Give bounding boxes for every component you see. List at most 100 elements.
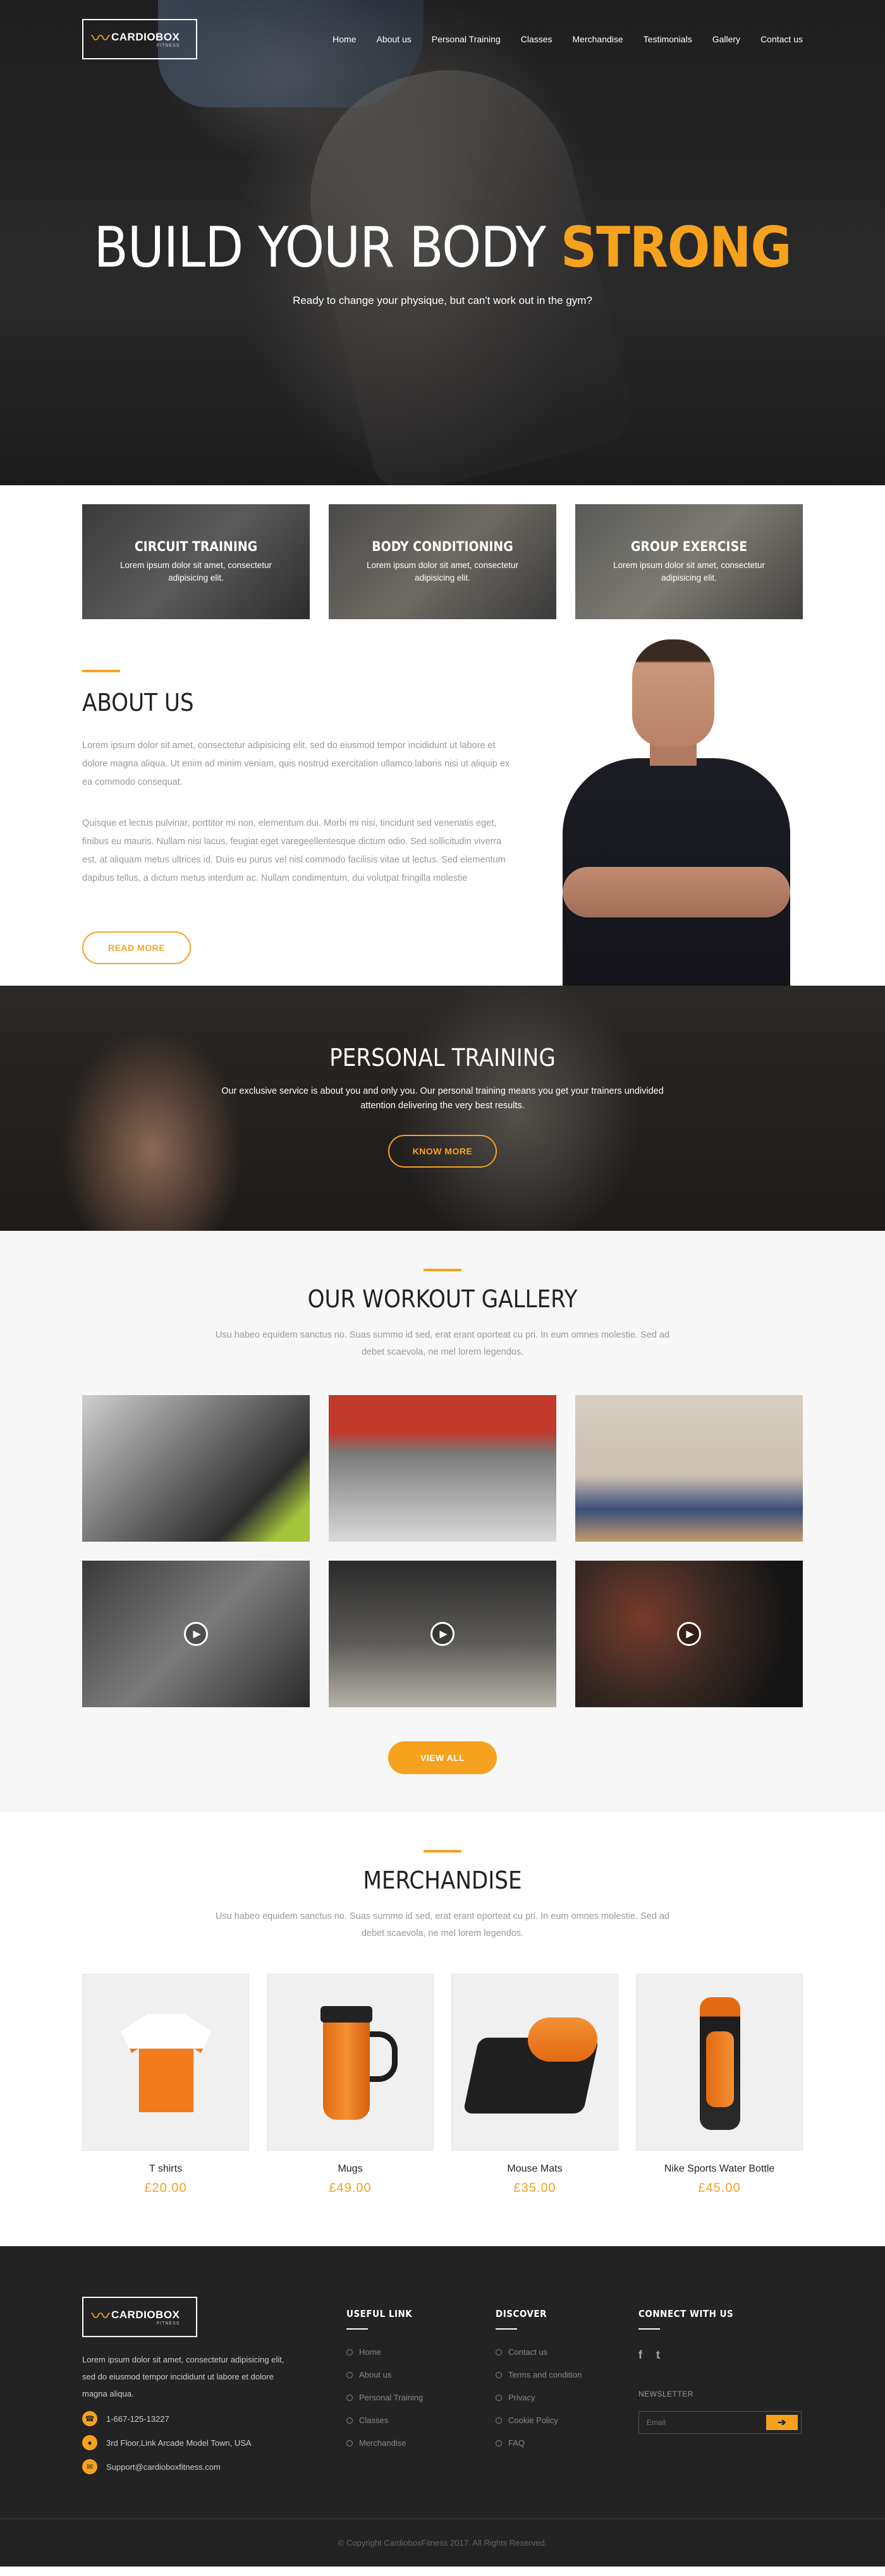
brand-name: CARDIOBOX xyxy=(111,2308,180,2321)
newsletter-submit-button[interactable]: ➔ xyxy=(766,2415,798,2430)
gallery-video[interactable]: ▶ xyxy=(82,1561,310,1707)
product-name[interactable]: T shirts xyxy=(82,2163,249,2175)
footer-link[interactable]: Home xyxy=(346,2347,496,2357)
pulse-icon: 〰 xyxy=(91,28,110,49)
contact-phone: ☎ 1-667-125-13227 xyxy=(82,2411,346,2426)
gallery-image[interactable] xyxy=(329,1395,556,1542)
know-more-button[interactable]: KNOW MORE xyxy=(388,1135,497,1168)
nav-classes[interactable]: Classes xyxy=(521,34,552,44)
service-card[interactable]: GROUP EXERCISE Lorem ipsum dolor sit ame… xyxy=(575,504,803,619)
useful-links-title: USEFUL LINK xyxy=(346,2308,413,2319)
product-card[interactable]: T shirts £20.00 xyxy=(82,1974,249,2196)
product-name[interactable]: Nike Sports Water Bottle xyxy=(636,2163,803,2175)
service-title: CIRCUIT TRAINING xyxy=(134,539,258,554)
contact-address: ● 3rd Floor,Link Arcade Model Town, USA xyxy=(82,2435,346,2450)
about-paragraph-1: Lorem ipsum dolor sit amet, consectetur … xyxy=(82,741,510,787)
connect-title: CONNECT WITH US xyxy=(638,2308,734,2319)
play-icon[interactable]: ▶ xyxy=(677,1622,701,1646)
merchandise-section: MERCHANDISE Usu habeo equidem sanctus no… xyxy=(0,1812,885,2246)
merchandise-text: Usu habeo equidem sanctus no. Suas summo… xyxy=(215,1911,670,1938)
about-section: ABOUT US Lorem ipsum dolor sit amet, con… xyxy=(82,619,803,986)
product-image-bottle[interactable] xyxy=(636,1974,803,2151)
brand-logo[interactable]: 〰 CARDIOBOX FITNESS xyxy=(82,19,197,59)
footer-link[interactable]: Classes xyxy=(346,2416,496,2425)
footer-link[interactable]: Personal Training xyxy=(346,2393,496,2402)
view-all-button[interactable]: VIEW ALL xyxy=(388,1741,497,1774)
gallery-video[interactable]: ▶ xyxy=(575,1561,803,1707)
product-image-tshirt[interactable] xyxy=(82,1974,249,2151)
footer-logo[interactable]: 〰 CARDIOBOX FITNESS xyxy=(82,2297,197,2337)
product-price: £49.00 xyxy=(329,2181,372,2195)
gallery-text: Usu habeo equidem sanctus no. Suas summo… xyxy=(215,1330,670,1357)
gallery-image[interactable] xyxy=(82,1395,310,1542)
footer-link[interactable]: Terms and condition xyxy=(496,2370,638,2379)
hero-title-accent: STRONG xyxy=(560,215,792,280)
footer-link[interactable]: Cookie Policy xyxy=(496,2416,638,2425)
product-price: £45.00 xyxy=(698,2181,741,2195)
phone-icon: ☎ xyxy=(82,2411,97,2426)
read-more-button[interactable]: READ MORE xyxy=(82,931,191,964)
personal-training-text: Our exclusive service is about you and o… xyxy=(221,1086,664,1111)
nav-home[interactable]: Home xyxy=(333,34,356,44)
personal-training-section: PERSONAL TRAINING Our exclusive service … xyxy=(0,986,885,1231)
service-text: Lorem ipsum dolor sit amet, consectetur … xyxy=(613,560,766,583)
brand-name: CARDIOBOX xyxy=(111,30,180,43)
site-footer: 〰 CARDIOBOX FITNESS Lorem ipsum dolor si… xyxy=(0,2246,885,2567)
footer-link[interactable]: Contact us xyxy=(496,2347,638,2357)
nav-merchandise[interactable]: Merchandise xyxy=(573,34,623,44)
product-card[interactable]: Mouse Mats £35.00 xyxy=(451,1974,618,2196)
newsletter-form: ➔ xyxy=(638,2411,802,2434)
gallery-section: OUR WORKOUT GALLERY Usu habeo equidem sa… xyxy=(0,1231,885,1812)
service-title: BODY CONDITIONING xyxy=(372,539,513,554)
product-price: £35.00 xyxy=(513,2181,556,2195)
newsletter-email-input[interactable] xyxy=(639,2412,763,2433)
discover-title: DISCOVER xyxy=(496,2308,547,2319)
nav-about[interactable]: About us xyxy=(377,34,412,44)
discover-links: Contact us Terms and condition Privacy C… xyxy=(496,2347,638,2448)
pulse-icon: 〰 xyxy=(91,2306,110,2327)
brand-tagline: FITNESS xyxy=(156,43,180,48)
gallery-image[interactable] xyxy=(575,1395,803,1542)
service-card[interactable]: BODY CONDITIONING Lorem ipsum dolor sit … xyxy=(329,504,556,619)
product-image-mousemat[interactable] xyxy=(451,1974,618,2151)
section-divider xyxy=(424,1850,461,1853)
hero-subtitle: Ready to change your physique, but can't… xyxy=(293,294,592,306)
product-image-mug[interactable] xyxy=(267,1974,434,2151)
brand-tagline: FITNESS xyxy=(156,2321,180,2326)
product-list: T shirts £20.00 Mugs £49.00 Mouse Mats £… xyxy=(82,1974,803,2196)
service-card[interactable]: CIRCUIT TRAINING Lorem ipsum dolor sit a… xyxy=(82,504,310,619)
email-icon: ✉ xyxy=(82,2459,97,2474)
top-navigation: 〰 CARDIOBOX FITNESS Home About us Person… xyxy=(82,19,803,59)
nav-contact[interactable]: Contact us xyxy=(760,34,803,44)
main-menu: Home About us Personal Training Classes … xyxy=(333,34,803,44)
product-name[interactable]: Mugs xyxy=(267,2163,434,2175)
nav-gallery[interactable]: Gallery xyxy=(712,34,740,44)
product-card[interactable]: Mugs £49.00 xyxy=(267,1974,434,2196)
facebook-icon[interactable]: f xyxy=(638,2349,642,2362)
footer-link[interactable]: About us xyxy=(346,2370,496,2379)
product-card[interactable]: Nike Sports Water Bottle £45.00 xyxy=(636,1974,803,2196)
about-title: ABOUT US xyxy=(82,689,194,717)
service-text: Lorem ipsum dolor sit amet, consectetur … xyxy=(119,560,272,583)
location-icon: ● xyxy=(82,2435,97,2450)
contact-email: ✉ Support@cardioboxfitness.com xyxy=(82,2459,346,2474)
product-name[interactable]: Mouse Mats xyxy=(451,2163,618,2175)
gallery-video[interactable]: ▶ xyxy=(329,1561,556,1707)
footer-link[interactable]: Privacy xyxy=(496,2393,638,2402)
nav-testimonials[interactable]: Testimonials xyxy=(644,34,692,44)
merchandise-title: MERCHANDISE xyxy=(363,1866,522,1894)
about-paragraph-2: Quisque et lectus pulvinar, porttitor mi… xyxy=(82,818,506,883)
play-icon[interactable]: ▶ xyxy=(184,1622,208,1646)
gallery-title: OUR WORKOUT GALLERY xyxy=(307,1285,578,1313)
service-title: GROUP EXERCISE xyxy=(630,539,748,554)
nav-personal-training[interactable]: Personal Training xyxy=(432,34,501,44)
hero-section: 〰 CARDIOBOX FITNESS Home About us Person… xyxy=(0,0,885,485)
play-icon[interactable]: ▶ xyxy=(430,1622,455,1646)
personal-training-title: PERSONAL TRAINING xyxy=(329,1044,556,1072)
footer-link[interactable]: FAQ xyxy=(496,2438,638,2448)
social-links: f t xyxy=(638,2349,803,2362)
footer-link[interactable]: Merchandise xyxy=(346,2438,496,2448)
gallery-grid: ▶ ▶ ▶ xyxy=(82,1395,803,1707)
hero-title: BUILD YOUR BODY STRONG xyxy=(94,215,792,280)
twitter-icon[interactable]: t xyxy=(656,2349,660,2362)
